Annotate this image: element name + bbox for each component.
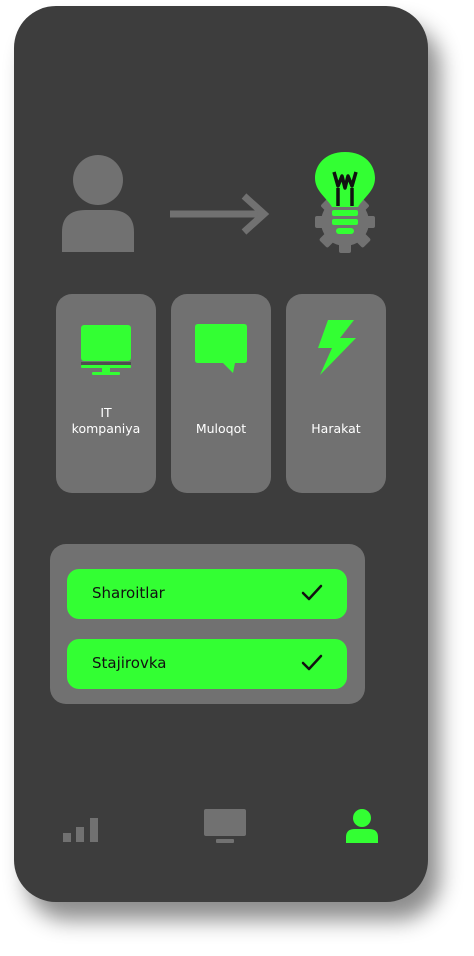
signal-bars-icon [63, 818, 98, 842]
nav-tab-screen[interactable] [203, 808, 247, 844]
check-icon [301, 654, 323, 671]
nav-tab-stats[interactable] [62, 815, 106, 843]
monitor-icon [81, 325, 131, 375]
card-muloqot[interactable]: Muloqot [171, 294, 271, 493]
checklist-item-label: Stajirovka [92, 654, 167, 672]
lightning-icon [318, 320, 356, 375]
checklist-item-stajirovka[interactable]: Stajirovka [67, 639, 347, 689]
chat-bubble-icon [195, 324, 247, 373]
user-icon [62, 155, 134, 252]
lightbulb-gear-icon [315, 152, 375, 253]
checklist-item-label: Sharoitlar [92, 584, 165, 602]
monitor-icon [204, 809, 246, 843]
card-harakat[interactable]: Harakat [286, 294, 386, 493]
checklist-item-sharoitlar[interactable]: Sharoitlar [67, 569, 347, 619]
checklist-panel: Sharoitlar Stajirovka [50, 544, 365, 704]
card-label: IT kompaniya [71, 405, 141, 436]
nav-tab-profile[interactable] [345, 808, 379, 844]
card-it-kompaniya[interactable]: IT kompaniya [56, 294, 156, 493]
arrow-right-icon [170, 193, 270, 235]
card-label: Harakat [311, 421, 361, 436]
check-icon [301, 584, 323, 601]
card-label: Muloqot [195, 421, 247, 436]
user-icon [346, 809, 378, 843]
